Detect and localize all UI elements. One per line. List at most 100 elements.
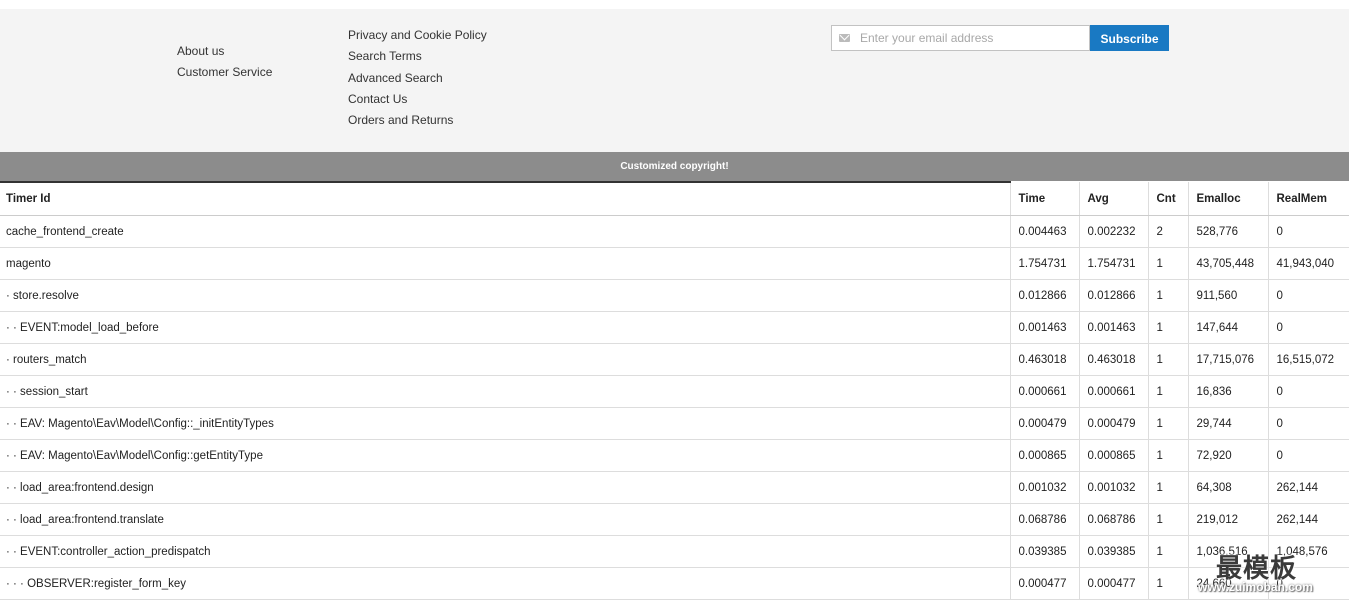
cnt-cell: 2 — [1147, 215, 1188, 248]
avg-cell: 0.002232 — [1078, 215, 1148, 248]
table-row: cache_frontend_create 0.004463 0.002232 2 52… — [0, 215, 1349, 248]
newsletter-email-input[interactable] — [860, 26, 1085, 50]
mail-icon — [839, 34, 850, 42]
avg-cell: 0.001032 — [1078, 471, 1148, 504]
emalloc-cell: 1,036,516 — [1187, 535, 1268, 568]
timer-id-cell: · · EAV: Magento\Eav\Model\Config::_init… — [0, 407, 1010, 440]
copyright-bar: Customized copyright! — [0, 152, 1349, 181]
emalloc-cell: 43,705,448 — [1187, 247, 1268, 280]
table-row: magento 1.754731 1.754731 1 43,705,448 41,943… — [0, 247, 1349, 280]
footer-link-about-us[interactable]: About us — [177, 41, 272, 62]
avg-cell: 0.000661 — [1078, 375, 1148, 408]
avg-cell: 1.754731 — [1078, 247, 1148, 280]
footer-link-contact-us[interactable]: Contact Us — [348, 89, 487, 110]
header-emalloc: Emalloc — [1187, 182, 1268, 216]
footer-link-advanced-search[interactable]: Advanced Search — [348, 68, 487, 89]
time-cell: 0.068786 — [1009, 503, 1079, 536]
footer-link-orders-returns[interactable]: Orders and Returns — [348, 110, 487, 131]
footer-link-search-terms[interactable]: Search Terms — [348, 46, 487, 67]
timer-id-cell: · · EAV: Magento\Eav\Model\Config::getEn… — [0, 439, 1010, 472]
realmem-cell: 16,515,072 — [1267, 343, 1349, 376]
table-row: · · EVENT:model_load_before 0.001463 0.001… — [0, 311, 1349, 344]
time-cell: 0.001032 — [1009, 471, 1079, 504]
table-row: · · session_start 0.000661 0.000661 1 16,836… — [0, 375, 1349, 408]
time-cell: 0.012866 — [1009, 279, 1079, 312]
footer-links-primary: About us Customer Service — [177, 41, 272, 84]
cnt-cell: 1 — [1147, 535, 1188, 568]
header-time: Time — [1009, 182, 1079, 216]
cnt-cell: 1 — [1147, 567, 1188, 600]
emalloc-cell: 64,308 — [1187, 471, 1268, 504]
cnt-cell: 1 — [1147, 311, 1188, 344]
realmem-cell: 0 — [1267, 439, 1349, 472]
avg-cell: 0.068786 — [1078, 503, 1148, 536]
avg-cell: 0.463018 — [1078, 343, 1148, 376]
timer-id-cell: · · session_start — [0, 375, 1010, 408]
timer-id-cell: · · EVENT:controller_action_predispatch — [0, 535, 1010, 568]
avg-cell: 0.039385 — [1078, 535, 1148, 568]
table-row: · · EAV: Magento\Eav\Model\Config::getEn… — [0, 439, 1349, 472]
timer-id-cell: · · load_area:frontend.translate — [0, 503, 1010, 536]
timer-id-cell: · store.resolve — [0, 279, 1010, 312]
footer-link-customer-service[interactable]: Customer Service — [177, 62, 272, 83]
realmem-cell: 0 — [1267, 279, 1349, 312]
header-timer-id: Timer Id — [0, 181, 1010, 216]
header-realmem: RealMem — [1267, 182, 1349, 216]
table-row: · · load_area:frontend.translate 0.068786… — [0, 503, 1349, 536]
time-cell: 0.000865 — [1009, 439, 1079, 472]
page-footer: About us Customer Service Privacy and Co… — [0, 9, 1349, 152]
emalloc-cell: 911,560 — [1187, 279, 1268, 312]
timer-id-cell: · routers_match — [0, 343, 1010, 376]
emalloc-cell: 147,644 — [1187, 311, 1268, 344]
emalloc-cell: 24,660 — [1187, 567, 1268, 600]
timer-id-cell: · · load_area:frontend.design — [0, 471, 1010, 504]
footer-links-secondary: Privacy and Cookie Policy Search Terms A… — [348, 25, 487, 131]
cnt-cell: 1 — [1147, 343, 1188, 376]
header-avg: Avg — [1078, 182, 1148, 216]
time-cell: 1.754731 — [1009, 247, 1079, 280]
realmem-cell: 262,144 — [1267, 471, 1349, 504]
table-row: · · load_area:frontend.design 0.001032 0.0… — [0, 471, 1349, 504]
header-cnt: Cnt — [1147, 182, 1188, 216]
time-cell: 0.000479 — [1009, 407, 1079, 440]
emalloc-cell: 16,836 — [1187, 375, 1268, 408]
table-row: · routers_match 0.463018 0.463018 1 17,715,0… — [0, 343, 1349, 376]
cnt-cell: 1 — [1147, 247, 1188, 280]
table-row: · · EAV: Magento\Eav\Model\Config::_init… — [0, 407, 1349, 440]
realmem-cell: 1,048,576 — [1267, 535, 1349, 568]
footer-link-privacy-policy[interactable]: Privacy and Cookie Policy — [348, 25, 487, 46]
top-strip — [0, 0, 1349, 9]
table-row: · store.resolve 0.012866 0.012866 1 911,560 0 — [0, 279, 1349, 312]
timer-id-cell: · · EVENT:model_load_before — [0, 311, 1010, 344]
profiler-header-row: Timer Id Time Avg Cnt Emalloc RealMem — [0, 181, 1349, 216]
realmem-cell: 0 — [1267, 215, 1349, 248]
time-cell: 0.000661 — [1009, 375, 1079, 408]
cnt-cell: 1 — [1147, 439, 1188, 472]
emalloc-cell: 29,744 — [1187, 407, 1268, 440]
time-cell: 0.039385 — [1009, 535, 1079, 568]
avg-cell: 0.000865 — [1078, 439, 1148, 472]
timer-id-cell: magento — [0, 247, 1010, 280]
newsletter-email-box — [831, 25, 1090, 51]
table-row: · · EVENT:controller_action_predispatch 0… — [0, 535, 1349, 568]
emalloc-cell: 219,012 — [1187, 503, 1268, 536]
table-row: · · · OBSERVER:register_form_key 0.000477… — [0, 567, 1349, 600]
cnt-cell: 1 — [1147, 503, 1188, 536]
cnt-cell: 1 — [1147, 279, 1188, 312]
realmem-cell: 0 — [1267, 375, 1349, 408]
subscribe-button[interactable]: Subscribe — [1090, 25, 1169, 51]
avg-cell: 0.000477 — [1078, 567, 1148, 600]
cnt-cell: 1 — [1147, 471, 1188, 504]
timer-id-cell: · · · OBSERVER:register_form_key — [0, 567, 1010, 600]
avg-cell: 0.012866 — [1078, 279, 1148, 312]
emalloc-cell: 72,920 — [1187, 439, 1268, 472]
realmem-cell: 0 — [1267, 311, 1349, 344]
realmem-cell: 262,144 — [1267, 503, 1349, 536]
cnt-cell: 1 — [1147, 407, 1188, 440]
avg-cell: 0.001463 — [1078, 311, 1148, 344]
realmem-cell: 0 — [1267, 567, 1349, 600]
time-cell: 0.004463 — [1009, 215, 1079, 248]
realmem-cell: 41,943,040 — [1267, 247, 1349, 280]
profiler-table: Timer Id Time Avg Cnt Emalloc RealMem ca… — [0, 181, 1349, 600]
time-cell: 0.001463 — [1009, 311, 1079, 344]
